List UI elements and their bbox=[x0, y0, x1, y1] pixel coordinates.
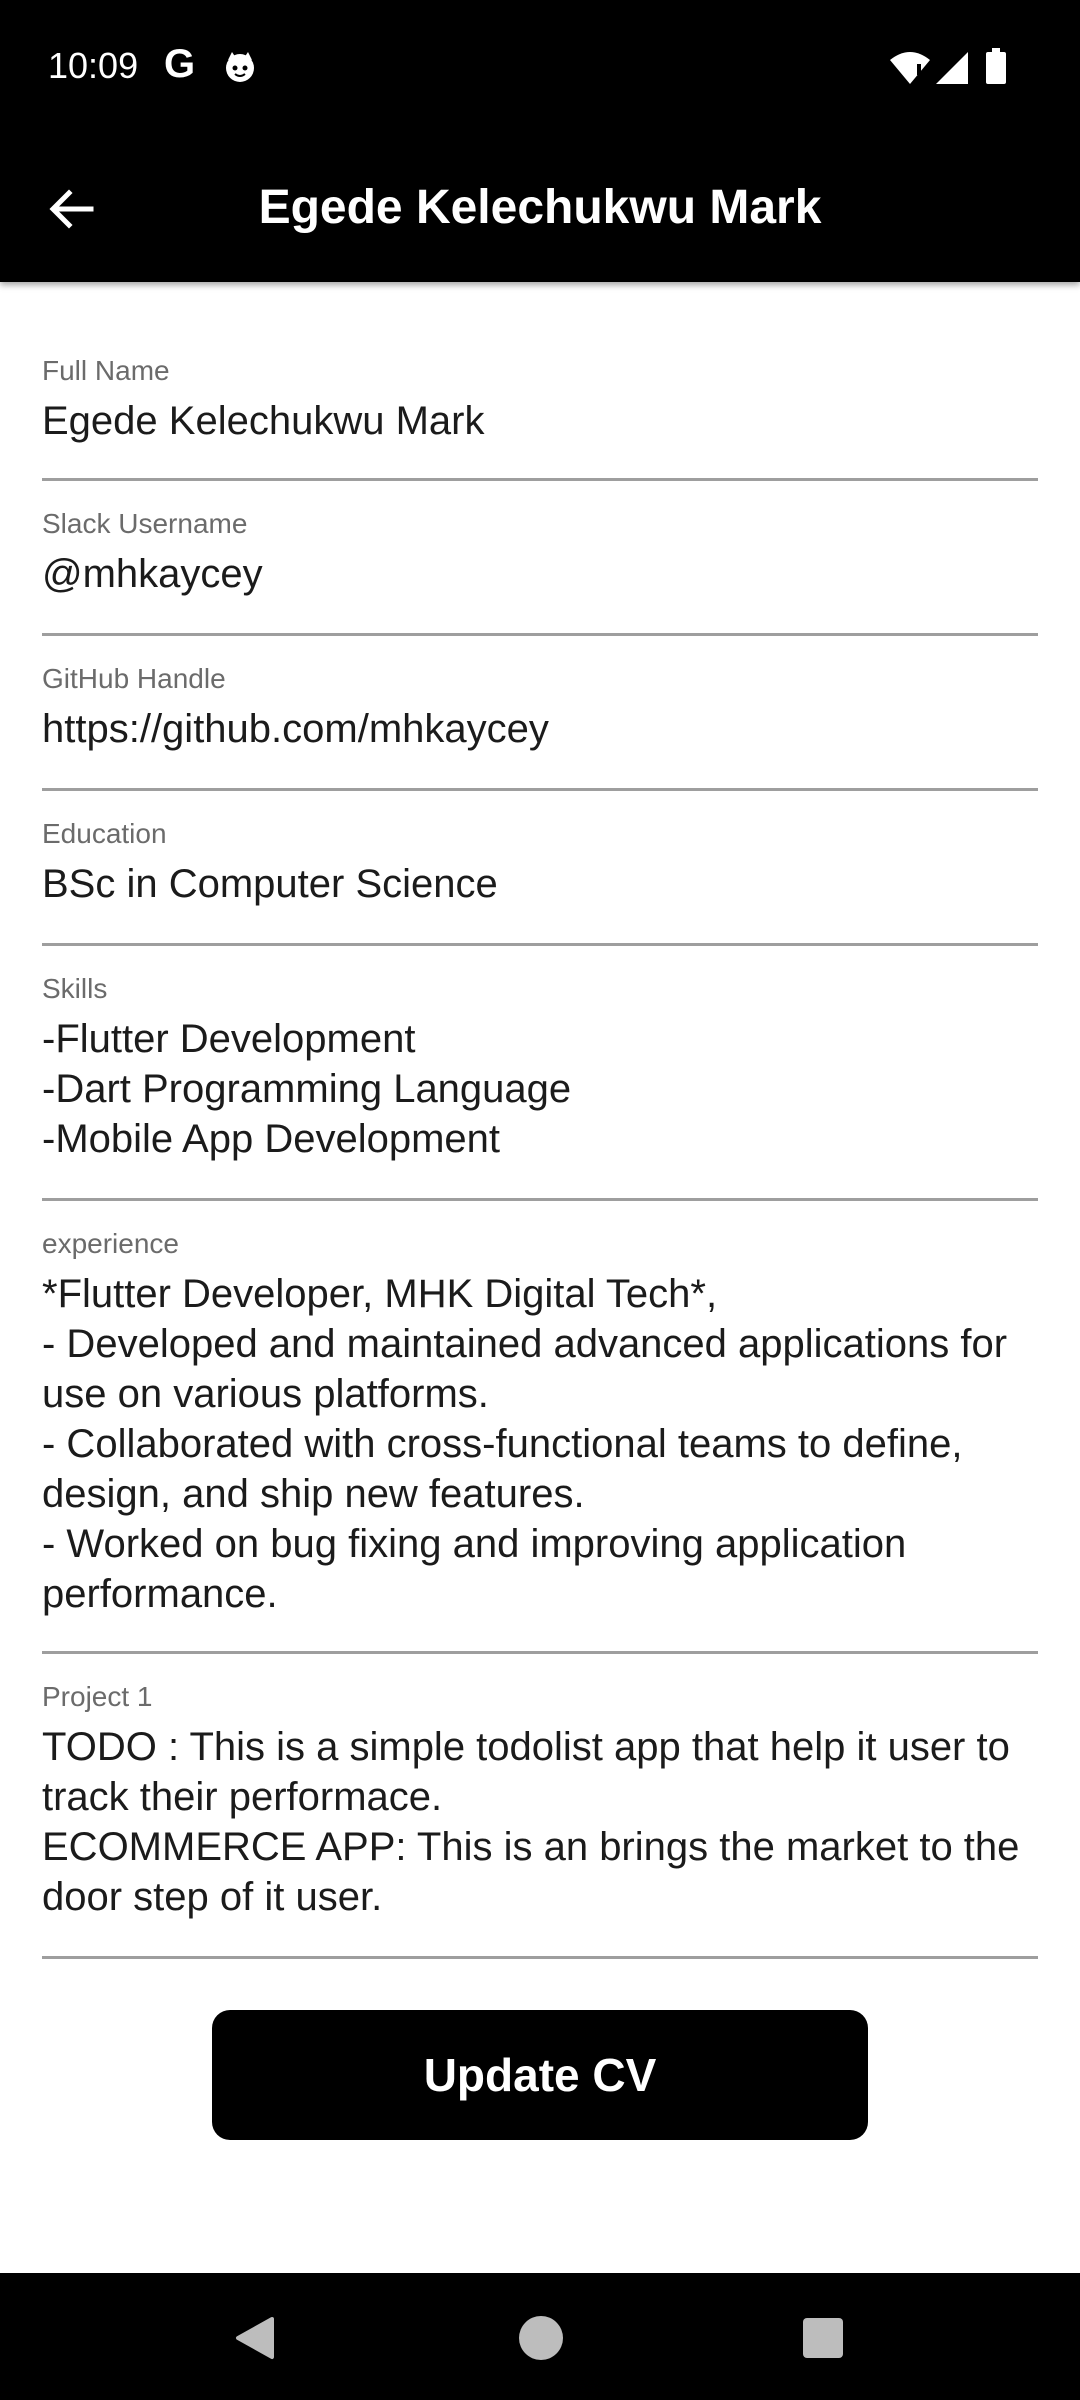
slack-username-field[interactable]: Slack Username @mhkaycey bbox=[42, 481, 1038, 636]
wifi-icon bbox=[890, 52, 930, 84]
cv-form: Full Name Egede Kelechukwu Mark Slack Us… bbox=[42, 282, 1038, 1959]
update-cv-button[interactable]: Update CV bbox=[212, 2010, 868, 2140]
field-value[interactable]: https://github.com/mhkaycey bbox=[42, 704, 1038, 754]
nav-recents-icon[interactable] bbox=[802, 2317, 844, 2359]
field-label: Slack Username bbox=[42, 508, 248, 539]
full-name-field[interactable]: Full Name Egede Kelechukwu Mark bbox=[42, 282, 1038, 481]
app-bar: Egede Kelechukwu Mark bbox=[0, 134, 1080, 282]
nav-home-icon[interactable] bbox=[518, 2315, 564, 2361]
field-label: Education bbox=[42, 818, 167, 849]
project-1-field[interactable]: Project 1 TODO : This is a simple todoli… bbox=[42, 1654, 1038, 1959]
education-field[interactable]: Education BSc in Computer Science bbox=[42, 791, 1038, 946]
field-value[interactable]: Egede Kelechukwu Mark bbox=[42, 396, 1038, 446]
github-handle-field[interactable]: GitHub Handle https://github.com/mhkayce… bbox=[42, 636, 1038, 791]
status-bar: 10:09 G bbox=[0, 0, 1080, 134]
field-label: Project 1 bbox=[42, 1681, 153, 1712]
page-title: Egede Kelechukwu Mark bbox=[258, 181, 822, 234]
field-value[interactable]: TODO : This is a simple todolist app tha… bbox=[42, 1722, 1038, 1922]
navigation-bar bbox=[0, 2273, 1080, 2400]
signal-icon bbox=[936, 52, 968, 84]
experience-field[interactable]: experience *Flutter Developer, MHK Digit… bbox=[42, 1201, 1038, 1654]
battery-icon bbox=[986, 48, 1006, 84]
field-value[interactable]: -Flutter Development -Dart Programming L… bbox=[42, 1014, 1038, 1164]
nav-back-icon[interactable] bbox=[232, 2315, 276, 2361]
field-value[interactable]: BSc in Computer Science bbox=[42, 859, 1038, 909]
field-label: GitHub Handle bbox=[42, 663, 226, 694]
field-label: Full Name bbox=[42, 355, 170, 386]
status-time: 10:09 bbox=[48, 45, 139, 86]
google-icon: G bbox=[164, 42, 196, 86]
skills-field[interactable]: Skills -Flutter Development -Dart Progra… bbox=[42, 946, 1038, 1201]
field-label: Skills bbox=[42, 973, 108, 1004]
field-value[interactable]: *Flutter Developer, MHK Digital Tech*, -… bbox=[42, 1269, 1038, 1619]
field-label: experience bbox=[42, 1228, 179, 1259]
cat-icon bbox=[226, 52, 254, 82]
field-value[interactable]: @mhkaycey bbox=[42, 549, 1038, 599]
